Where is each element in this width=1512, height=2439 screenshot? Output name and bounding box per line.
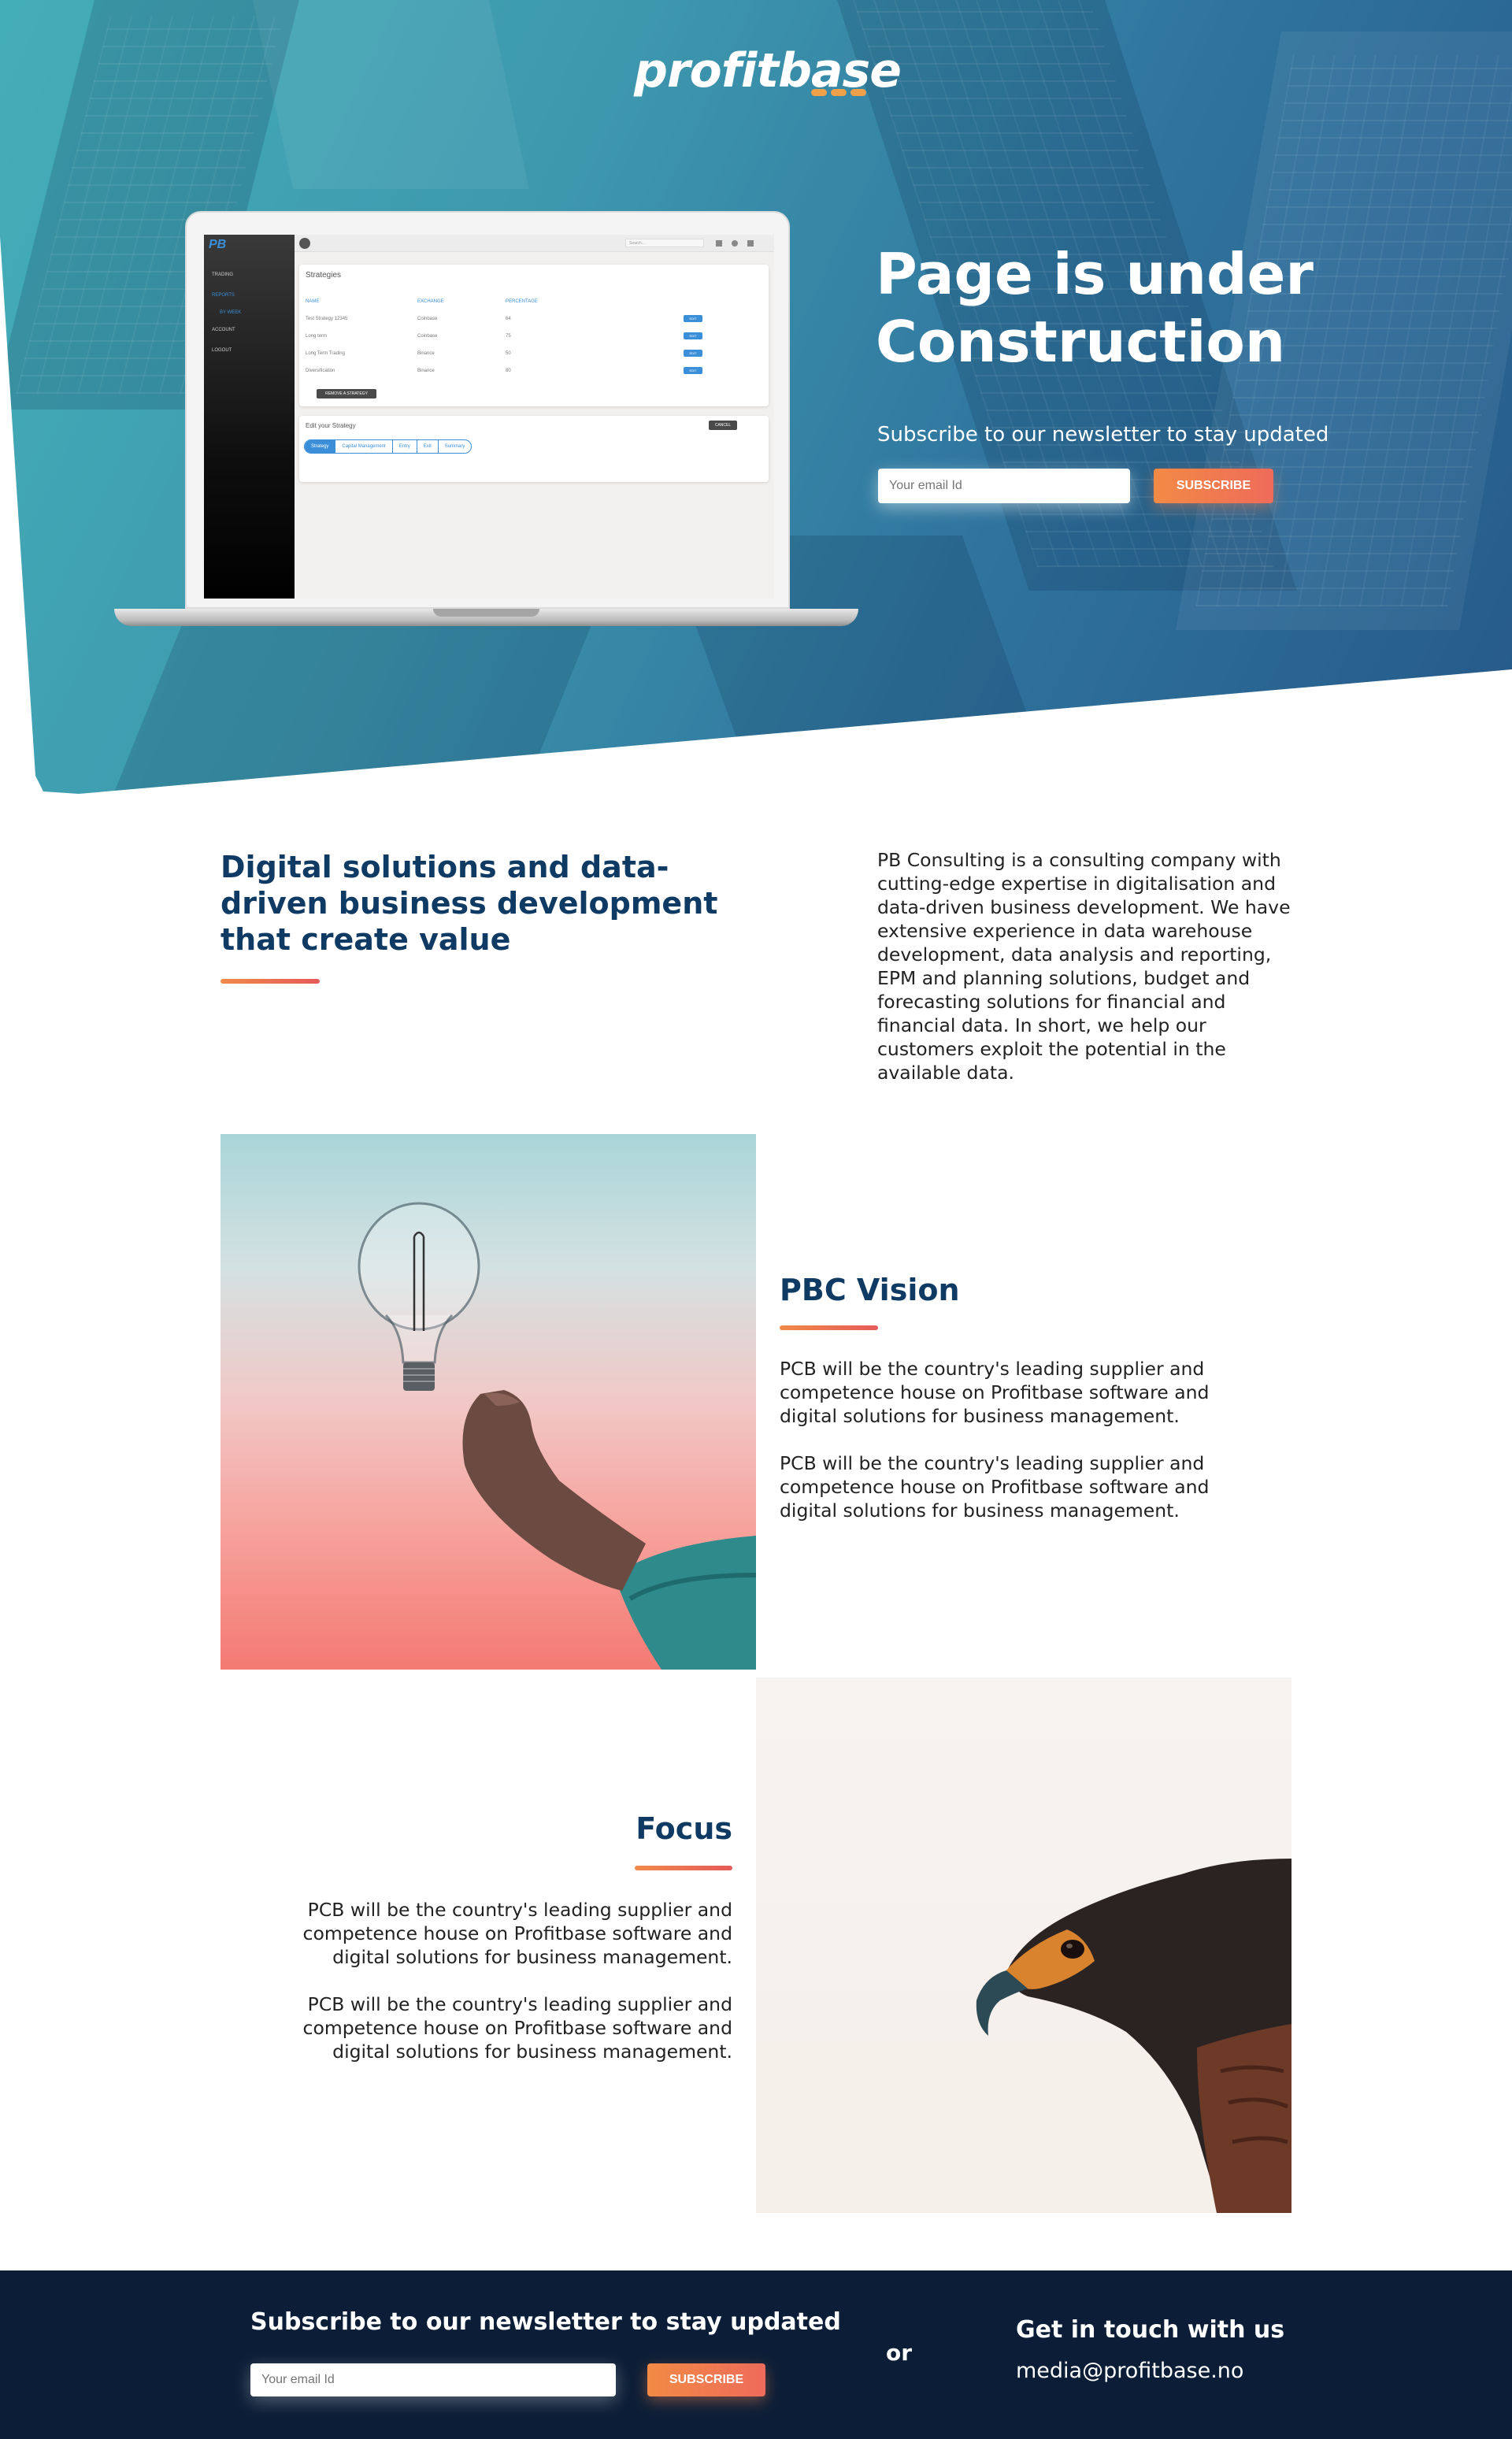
intro-body: PB Consulting is a consulting company wi…: [877, 849, 1291, 1084]
profitbase-logo[interactable]: profitbase: [634, 43, 902, 106]
laptop-notch: [433, 609, 539, 617]
footer-or-label: or: [886, 2340, 913, 2366]
tab-summary: Summary: [444, 444, 465, 449]
contact-email-link[interactable]: media@profitbase.no: [1016, 2359, 1243, 2383]
sidebar-item-by-week: BY WEEK: [220, 310, 242, 315]
skyscraper-shape: [243, 0, 529, 189]
tab-strategy: Strategy: [305, 440, 336, 453]
tab-capital-management: Capital Management: [335, 440, 393, 453]
table-cell: Test Strategy 12345: [306, 317, 348, 321]
footer-newsletter-title: Subscribe to our newsletter to stay upda…: [250, 2308, 841, 2336]
table-cell: Coinbase: [417, 334, 438, 339]
strategy-tabs: Strategy Capital Management Entry Exit S…: [304, 439, 472, 454]
focus-paragraph: PCB will be the country's leading suppli…: [302, 1899, 732, 1968]
table-cell: 50: [506, 351, 511, 356]
table-cell: Diversification: [306, 369, 335, 373]
strategies-title: Strategies: [306, 271, 342, 280]
accent-divider: [780, 1325, 878, 1330]
app-search-input: Search...: [625, 239, 704, 247]
focus-paragraph: PCB will be the country's leading suppli…: [302, 1993, 732, 2063]
accent-divider: [635, 1866, 732, 1870]
vision-paragraph: PCB will be the country's leading suppli…: [780, 1452, 1210, 1522]
laptop-lid: PB TRADING REPORTS BY WEEK ACCOUNT LOGOU…: [185, 211, 790, 609]
table-cell: Binance: [417, 369, 435, 373]
logo-dot: [831, 89, 847, 96]
tab-entry: Entry: [393, 440, 417, 453]
table-cell: 64: [506, 317, 511, 321]
sidebar-item-reports: REPORTS: [212, 293, 235, 298]
strategies-card: Strategies NAME EXCHANGE PERCENTAGE Test…: [299, 265, 769, 406]
vision-paragraph: PCB will be the country's leading suppli…: [780, 1358, 1210, 1427]
sidebar-item-trading: TRADING: [212, 272, 233, 277]
focus-title: Focus: [636, 1811, 732, 1846]
sidebar-item-account: ACCOUNT: [212, 328, 235, 332]
col-percentage: PERCENTAGE: [506, 299, 538, 304]
footer-subscribe-button[interactable]: SUBSCRIBE: [647, 2363, 765, 2396]
tab-exit: Exit: [417, 440, 439, 453]
hand-holding-lightbulb-illustration: [358, 1202, 756, 1670]
edit-strategy-card: Edit your Strategy CANCEL Strategy Capit…: [299, 416, 769, 482]
laptop-mockup: PB TRADING REPORTS BY WEEK ACCOUNT LOGOU…: [114, 211, 858, 632]
contact-title: Get in touch with us: [1016, 2316, 1285, 2344]
settings-icon: [747, 240, 754, 246]
col-name: NAME: [306, 299, 320, 304]
edit-strategy-title: Edit your Strategy: [306, 422, 356, 429]
eagle-illustration: [976, 1859, 1292, 2213]
col-exchange: EXCHANGE: [417, 299, 444, 304]
app-brand: PB: [209, 238, 227, 251]
footer: Subscribe to our newsletter to stay upda…: [0, 2270, 1512, 2439]
vision-title: PBC Vision: [780, 1273, 960, 1307]
table-cell: Binance: [417, 351, 435, 356]
sidebar-item-logout: LOGOUT: [212, 348, 232, 353]
table-cell: Long term: [306, 334, 328, 339]
table-cell: 75: [506, 334, 511, 339]
cancel-button: CANCEL: [709, 421, 737, 430]
back-icon: [299, 238, 310, 249]
eagle-image: [756, 1677, 1292, 2213]
table-cell: Long Term Trading: [306, 351, 345, 356]
remove-strategy-button: REMOVE A STRATEGY: [317, 389, 376, 398]
app-topbar: Search...: [295, 235, 774, 252]
edit-button: EDIT: [684, 332, 702, 339]
edit-button: EDIT: [684, 315, 702, 322]
lightbulb-image: [220, 1134, 756, 1670]
edit-button: EDIT: [684, 350, 702, 357]
app-main: Search... Strategies NAME EXCHANGE PERCE…: [295, 235, 774, 599]
laptop-screen: PB TRADING REPORTS BY WEEK ACCOUNT LOGOU…: [204, 235, 774, 599]
table-cell: Coinbase: [417, 317, 438, 321]
hero-email-input[interactable]: [878, 469, 1130, 503]
footer-email-input[interactable]: [250, 2363, 616, 2396]
logo-dot: [850, 89, 866, 96]
bell-icon: [716, 240, 722, 246]
intro-heading: Digital solutions and data-driven busine…: [220, 850, 718, 957]
hero-subscribe-button[interactable]: SUBSCRIBE: [1154, 469, 1273, 503]
hero-section: profitbase PB TRADING REPORTS BY WEEK AC…: [0, 0, 1512, 795]
hero-subtitle: Subscribe to our newsletter to stay upda…: [877, 423, 1329, 447]
edit-button: EDIT: [684, 367, 702, 374]
table-cell: 80: [506, 369, 511, 373]
logo-dot: [811, 89, 827, 96]
hero-title: Page is under Construction: [876, 241, 1314, 375]
accent-divider: [220, 979, 320, 984]
user-icon: [732, 240, 738, 246]
app-sidebar: PB TRADING REPORTS BY WEEK ACCOUNT LOGOU…: [204, 235, 295, 599]
